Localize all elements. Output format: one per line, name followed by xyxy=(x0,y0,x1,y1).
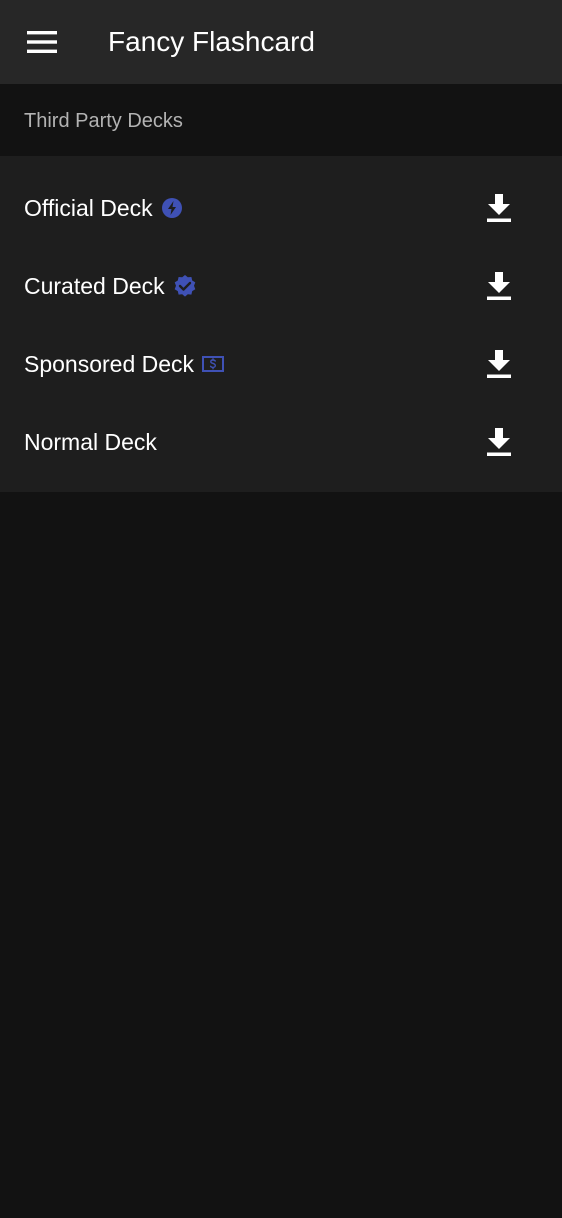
menu-button[interactable] xyxy=(18,20,66,64)
list-item-curated-deck[interactable]: Curated Deck xyxy=(0,247,562,325)
deck-name: Sponsored Deck xyxy=(24,351,195,377)
download-icon xyxy=(487,350,511,378)
deck-label-row: Official Deck xyxy=(24,193,183,223)
download-icon xyxy=(487,272,511,300)
download-button[interactable] xyxy=(476,341,522,387)
lightning-circle-icon xyxy=(161,197,183,219)
hamburger-menu-icon xyxy=(27,31,57,53)
list-item-normal-deck[interactable]: Normal Deck xyxy=(0,403,562,481)
list-item-official-deck[interactable]: Official Deck xyxy=(0,169,562,247)
deck-name: Curated Deck xyxy=(24,273,165,299)
download-icon xyxy=(487,194,511,222)
download-button[interactable] xyxy=(476,419,522,465)
deck-label-row: Sponsored Deck xyxy=(24,349,225,379)
deck-label-row: Normal Deck xyxy=(24,427,157,457)
download-icon xyxy=(487,428,511,456)
verified-badge-icon xyxy=(173,274,197,298)
list-item-sponsored-deck[interactable]: Sponsored Deck xyxy=(0,325,562,403)
section-title: Third Party Decks xyxy=(24,110,183,132)
money-icon xyxy=(202,355,225,373)
deck-name: Official Deck xyxy=(24,195,153,221)
deck-name: Normal Deck xyxy=(24,429,157,455)
deck-list: Official Deck Curated Deck Sponsored Dec… xyxy=(0,156,562,492)
deck-label-row: Curated Deck xyxy=(24,271,197,301)
app-title: Fancy Flashcard xyxy=(108,26,315,57)
download-button[interactable] xyxy=(476,185,522,231)
app-bar: Fancy Flashcard xyxy=(0,0,562,84)
download-button[interactable] xyxy=(476,263,522,309)
